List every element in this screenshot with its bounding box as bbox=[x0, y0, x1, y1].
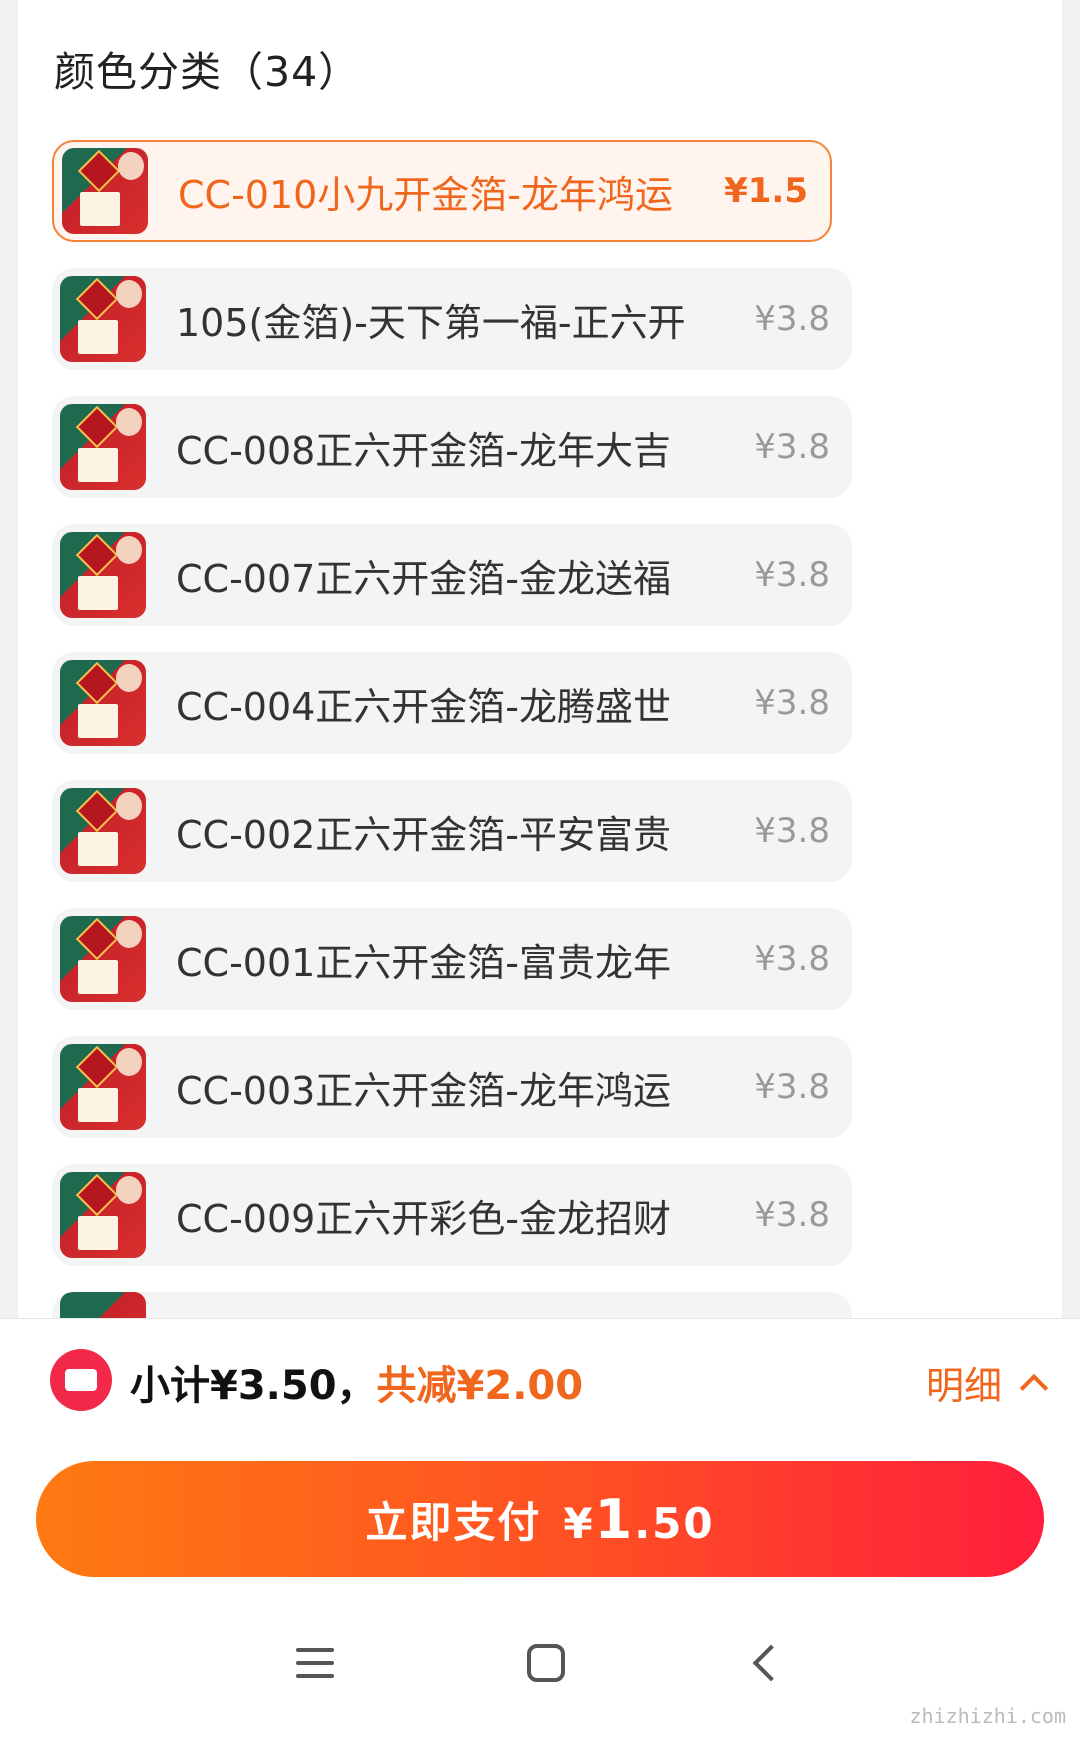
price-summary: 小计¥3.50，共减¥2.00 bbox=[130, 1353, 583, 1411]
sku-option-3[interactable]: CC-007正六开金箔-金龙送福 ¥3.8 bbox=[52, 524, 852, 626]
sku-name: CC-007正六开金箔-金龙送福 bbox=[176, 556, 672, 601]
sku-thumbnail bbox=[60, 788, 146, 874]
sku-option-1[interactable]: 105(金箔)-天下第一福-正六开 ¥3.8 bbox=[52, 268, 852, 370]
sku-price: ¥3.8 bbox=[754, 299, 830, 339]
pay-amount: ¥1.50 bbox=[563, 1488, 714, 1551]
pay-currency: ¥ bbox=[563, 1498, 595, 1548]
sku-thumbnail bbox=[60, 916, 146, 1002]
sku-price: ¥3.8 bbox=[754, 939, 830, 979]
sku-thumbnail bbox=[60, 276, 146, 362]
pay-now-button[interactable]: 立即支付 ¥1.50 bbox=[36, 1461, 1044, 1577]
pay-label: 立即支付 bbox=[365, 1497, 542, 1547]
sku-name: CC-002正六开金箔-平安富贵 bbox=[176, 812, 672, 857]
sku-price: ¥3.8 bbox=[754, 427, 830, 467]
sku-name: CC-003正六开金箔-龙年鸿运 bbox=[176, 1068, 672, 1113]
menu-icon[interactable] bbox=[296, 1648, 335, 1678]
pay-amount-int: 1 bbox=[594, 1487, 635, 1551]
sku-thumbnail bbox=[60, 660, 146, 746]
sku-option-5[interactable]: CC-002正六开金箔-平安富贵 ¥3.8 bbox=[52, 780, 852, 882]
sku-option-0[interactable]: CC-010小九开金箔-龙年鸿运 ¥1.5 bbox=[52, 140, 832, 242]
home-icon[interactable] bbox=[526, 1644, 565, 1682]
chevron-up-icon bbox=[1019, 1373, 1049, 1402]
sku-selector-sheet: 颜色分类（34） CC-010小九开金箔-龙年鸿运 ¥1.5 105(金箔)-天… bbox=[18, 0, 1062, 1320]
sku-name: CC-009正六开彩色-金龙招财 bbox=[176, 1196, 672, 1241]
sku-option-8[interactable]: CC-009正六开彩色-金龙招财 ¥3.8 bbox=[52, 1164, 852, 1266]
sku-name: CC-010小九开金箔-龙年鸿运 bbox=[178, 172, 674, 217]
back-icon[interactable] bbox=[752, 1644, 790, 1682]
sku-name: 105(金箔)-天下第一福-正六开 bbox=[176, 300, 686, 345]
sku-price: ¥3.8 bbox=[754, 1067, 830, 1107]
sku-price: ¥3.8 bbox=[754, 683, 830, 723]
checkout-bar: 小计¥3.50，共减¥2.00 明细 立即支付 ¥1.50 zhizhizhi.… bbox=[0, 1318, 1080, 1738]
sku-name: CC-004正六开金箔-龙腾盛世 bbox=[176, 684, 672, 729]
price-detail-toggle[interactable]: 明细 bbox=[925, 1355, 1049, 1410]
sku-option-partial[interactable] bbox=[52, 1292, 852, 1320]
sku-option-7[interactable]: CC-003正六开金箔-龙年鸿运 ¥3.8 bbox=[52, 1036, 852, 1138]
sku-option-4[interactable]: CC-004正六开金箔-龙腾盛世 ¥3.8 bbox=[52, 652, 852, 754]
sku-price: ¥3.8 bbox=[754, 811, 830, 851]
section-title: 颜色分类（34） bbox=[54, 48, 361, 96]
sku-price: ¥3.8 bbox=[754, 1195, 830, 1235]
sku-thumbnail bbox=[60, 1044, 146, 1130]
pay-amount-dec: .50 bbox=[634, 1498, 715, 1548]
sku-thumbnail bbox=[60, 404, 146, 490]
subtotal-text: 小计¥3.50， bbox=[130, 1363, 377, 1409]
sku-thumbnail bbox=[60, 1292, 146, 1320]
sku-list: CC-010小九开金箔-龙年鸿运 ¥1.5 105(金箔)-天下第一福-正六开 … bbox=[52, 140, 852, 1320]
sku-price: ¥1.5 bbox=[724, 171, 808, 211]
sku-option-6[interactable]: CC-001正六开金箔-富贵龙年 ¥3.8 bbox=[52, 908, 852, 1010]
coupon-icon bbox=[50, 1349, 112, 1411]
sku-name: CC-008正六开金箔-龙年大吉 bbox=[176, 428, 672, 473]
sku-thumbnail bbox=[60, 532, 146, 618]
detail-label: 明细 bbox=[925, 1364, 1002, 1408]
sku-price: ¥3.8 bbox=[754, 555, 830, 595]
discount-text: 共减¥2.00 bbox=[376, 1363, 584, 1409]
sku-thumbnail bbox=[62, 148, 148, 234]
watermark: zhizhizhi.com bbox=[909, 1704, 1066, 1728]
sku-name: CC-001正六开金箔-富贵龙年 bbox=[176, 940, 672, 985]
sku-thumbnail bbox=[60, 1172, 146, 1258]
sku-option-2[interactable]: CC-008正六开金箔-龙年大吉 ¥3.8 bbox=[52, 396, 852, 498]
